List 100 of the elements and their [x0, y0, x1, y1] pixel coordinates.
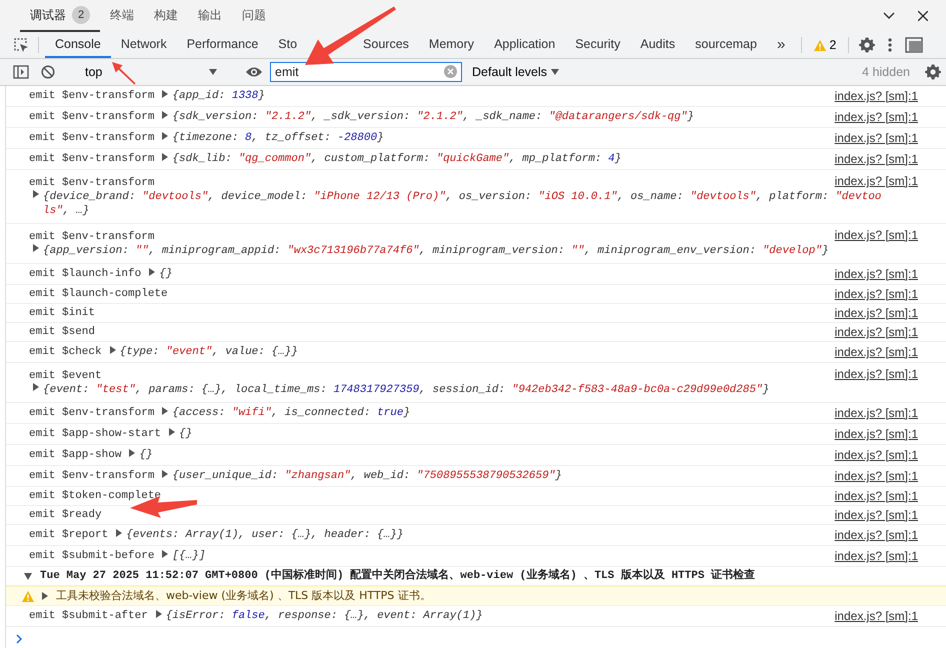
log-message: emit $token-complete: [29, 489, 162, 503]
count-badge: 2: [72, 6, 90, 24]
source-link[interactable]: index.js? [sm]:1: [834, 228, 918, 242]
devtools-tab[interactable]: Sto: [268, 32, 354, 58]
object-preview: {app_version: "", miniprogram_appid: "wx3c713196b77a74f6", miniprogram_version: "", miniprogram_env_version: "develop"}: [43, 244, 830, 258]
panel-tab[interactable]: 终端: [100, 0, 144, 32]
warning-icon: [814, 40, 826, 50]
expand-icon[interactable]: [162, 132, 168, 140]
expand-icon[interactable]: [33, 190, 39, 198]
object-preview: {}: [179, 427, 192, 441]
source-link[interactable]: index.js? [sm]:1: [834, 448, 918, 462]
expand-icon[interactable]: [162, 470, 168, 478]
source-link[interactable]: index.js? [sm]:1: [834, 469, 918, 483]
source-link[interactable]: index.js? [sm]:1: [834, 152, 918, 166]
log-message: emit $check: [29, 345, 102, 359]
expand-icon[interactable]: [162, 90, 168, 98]
source-link[interactable]: index.js? [sm]:1: [834, 406, 918, 420]
log-message: emit $submit-before: [29, 549, 154, 563]
expand-icon[interactable]: [162, 407, 168, 415]
log-message: emit $submit-after: [29, 609, 148, 623]
expand-icon[interactable]: [42, 592, 48, 600]
object-preview: {}: [139, 448, 153, 462]
source-link[interactable]: index.js? [sm]:1: [834, 287, 918, 301]
object-preview: {sdk_version: "2.1.2", _sdk_version: "2.1.2", _sdk_name: "@datarangers/sdk-qg"}: [172, 110, 694, 124]
prompt-icon[interactable]: [16, 634, 23, 644]
source-link[interactable]: index.js? [sm]:1: [834, 508, 918, 522]
annotation-arrow: [112, 62, 136, 85]
expand-icon[interactable]: [129, 449, 136, 457]
context-select[interactable]: top: [81, 65, 221, 79]
hidden-count: 4 hidden: [861, 65, 911, 79]
devtools-tab[interactable]: Application: [484, 32, 566, 58]
panel-tab[interactable]: 输出: [188, 0, 232, 32]
filter-field[interactable]: emit: [270, 62, 462, 82]
object-preview: {type: "event", value: {…}}: [120, 345, 298, 359]
source-link[interactable]: index.js? [sm]:1: [834, 131, 918, 145]
expand-icon[interactable]: [110, 346, 116, 354]
devtools-tab[interactable]: Network: [110, 32, 177, 58]
source-link[interactable]: index.js? [sm]:1: [834, 306, 918, 320]
log-message: emit $app-show: [29, 448, 122, 462]
source-link[interactable]: index.js? [sm]:1: [834, 89, 918, 103]
log-message: emit $launch-complete: [29, 287, 168, 301]
expand-icon[interactable]: [149, 268, 156, 276]
expand-icon[interactable]: [169, 428, 176, 436]
source-link[interactable]: index.js? [sm]:1: [834, 528, 918, 542]
source-link[interactable]: index.js? [sm]:1: [834, 427, 918, 441]
object-preview: {app_id: 1338}: [172, 89, 265, 103]
object-preview: {}: [159, 267, 172, 281]
object-preview: {isError: false, response: {…}, event: Array(1)}: [166, 609, 483, 623]
group-title[interactable]: Tue May 27 2025 11:52:07 GMT+0800 (中国标准时间) 配置中关闭合法域名、web-view (业务域名) 、TLS 版本以及 HTTPS 证书检查: [40, 569, 756, 583]
source-link[interactable]: index.js? [sm]:1: [834, 489, 918, 503]
levels-dropdown[interactable]: Default levels: [466, 65, 566, 79]
warning-message: 工具未校验合法域名、web-view (业务域名) 、TLS 版本以及 HTTPS 证书。: [56, 589, 431, 603]
log-message: emit $env-transform: [29, 406, 154, 420]
object-preview: {user_unique_id: "zhangsan", web_id: "7508955538790532659"}: [172, 469, 562, 483]
expand-icon[interactable]: [156, 610, 162, 618]
expand-icon[interactable]: [24, 572, 32, 580]
object-preview: [{…}]: [172, 549, 206, 563]
source-link[interactable]: index.js? [sm]:1: [834, 549, 918, 563]
log-message: emit $env-transform: [29, 469, 154, 483]
caret-icon: [209, 69, 217, 75]
object-preview: {event: "test", params: {…}, local_time_ms: 1748317927359, session_id: "942eb342-f583-48a9-bc0a-c29d99e0d285"}: [43, 383, 770, 397]
log-message: emit $env-transform: [29, 176, 154, 190]
log-message: emit $report: [29, 528, 108, 542]
devtools-tab[interactable]: Performance: [176, 32, 268, 58]
source-link[interactable]: index.js? [sm]:1: [834, 325, 918, 339]
log-message: emit $app-show-start: [29, 427, 162, 441]
expand-icon[interactable]: [33, 383, 39, 391]
log-message: emit $ready: [29, 508, 102, 522]
source-link[interactable]: index.js? [sm]:1: [834, 345, 918, 359]
panel-tab[interactable]: 构建: [144, 0, 188, 32]
source-link[interactable]: index.js? [sm]:1: [834, 609, 918, 623]
caret-icon: [551, 69, 560, 75]
expand-icon[interactable]: [162, 550, 168, 558]
warning-counter[interactable]: 2: [808, 32, 842, 58]
panel-tab[interactable]: 问题: [232, 0, 276, 32]
log-message: emit $event: [29, 369, 102, 383]
object-preview: {sdk_lib: "qg_common", custom_platform: "quickGame", mp_platform: 4}: [172, 152, 622, 166]
source-link[interactable]: index.js? [sm]:1: [834, 110, 918, 124]
devtools-tab[interactable]: Memory: [418, 32, 484, 58]
more-tabs-button[interactable]: »: [766, 32, 796, 58]
source-link[interactable]: index.js? [sm]:1: [834, 367, 918, 381]
devtools-tab[interactable]: Sources: [353, 32, 419, 58]
log-message: emit $env-transform: [29, 89, 154, 103]
log-message: emit $launch-info: [29, 267, 142, 281]
log-message: emit $env-transform: [29, 131, 154, 145]
expand-icon[interactable]: [116, 529, 122, 537]
devtools-tab[interactable]: Security: [565, 32, 630, 58]
devtools-tab[interactable]: sourcemap: [685, 32, 767, 58]
source-link[interactable]: index.js? [sm]:1: [834, 174, 918, 188]
warning-icon: [22, 590, 34, 602]
object-preview: {events: Array(1), user: {…}, header: {…}}: [126, 528, 404, 542]
expand-icon[interactable]: [162, 111, 168, 119]
log-message: emit $env-transform: [29, 230, 154, 244]
expand-icon[interactable]: [33, 244, 39, 252]
log-message: emit $send: [29, 325, 96, 339]
log-message: emit $init: [29, 306, 96, 320]
expand-icon[interactable]: [162, 153, 168, 161]
log-message: emit $env-transform: [29, 110, 154, 124]
devtools-tab[interactable]: Audits: [630, 32, 686, 58]
source-link[interactable]: index.js? [sm]:1: [834, 267, 918, 281]
